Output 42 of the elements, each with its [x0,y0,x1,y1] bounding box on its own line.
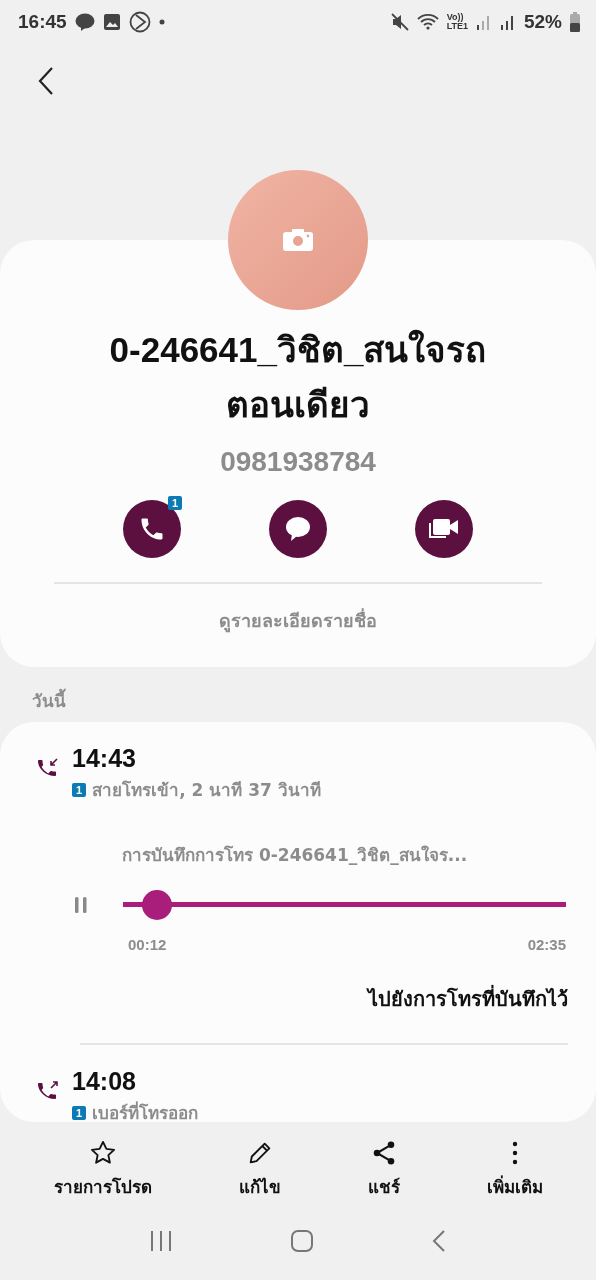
speech-bubble-icon [284,515,312,543]
signal-icon [499,13,516,31]
battery-icon [570,12,580,32]
status-time: 16:45 [18,11,67,33]
total-time: 02:35 [527,936,566,953]
slider-thumb[interactable] [142,890,173,920]
video-call-button[interactable] [415,500,473,558]
network-label: Vo)) LTE1 [446,13,468,31]
share-button[interactable]: แชร์ [361,1138,406,1202]
sim-badge: 1 [72,1105,87,1120]
pause-icon [73,896,89,914]
edit-button[interactable]: แก้ไข [232,1138,287,1202]
section-label: วันนี้ [0,667,596,722]
more-button[interactable]: เพิ่มเติม [480,1138,549,1202]
dot-icon [158,19,165,25]
favorite-button[interactable]: รายการโปรด [47,1138,158,1202]
recordings-link[interactable]: ไปยังการโทรที่บันทึกไว้ [368,983,568,1015]
signal-icon [475,13,492,31]
back-icon [36,66,56,96]
contact-name: 0-246641_วิชิต_สนใจรถ ตอนเดียว [109,328,487,426]
elapsed-time: 00:12 [128,936,167,953]
call-description: สายโทรเข้า, 2 นาที 37 วินาที [92,779,321,802]
recording-title: การบันทึกการโทร 0-246641_วิชิต_สนใจร... [122,844,469,867]
mute-icon [390,13,409,31]
home-icon [290,1229,314,1253]
video-camera-icon [428,517,460,541]
message-button[interactable] [269,500,327,558]
star-icon [88,1139,117,1167]
recent-apps-icon [148,1230,173,1252]
image-icon [102,13,121,31]
sim-badge: 1 [167,496,182,510]
camera-icon [283,229,313,251]
call-time: 14:43 [72,743,137,774]
phone-number: 0981938784 [220,446,376,478]
call-description: เบอร์ที่โทรออก [92,1100,199,1122]
chat-icon [74,13,95,31]
battery-percent: 52% [523,11,562,33]
wifi-icon [416,13,439,31]
back-icon [431,1229,448,1253]
call-time: 14:08 [72,1066,137,1097]
sim-badge: 1 [72,782,87,797]
play-circle-icon [128,11,151,33]
